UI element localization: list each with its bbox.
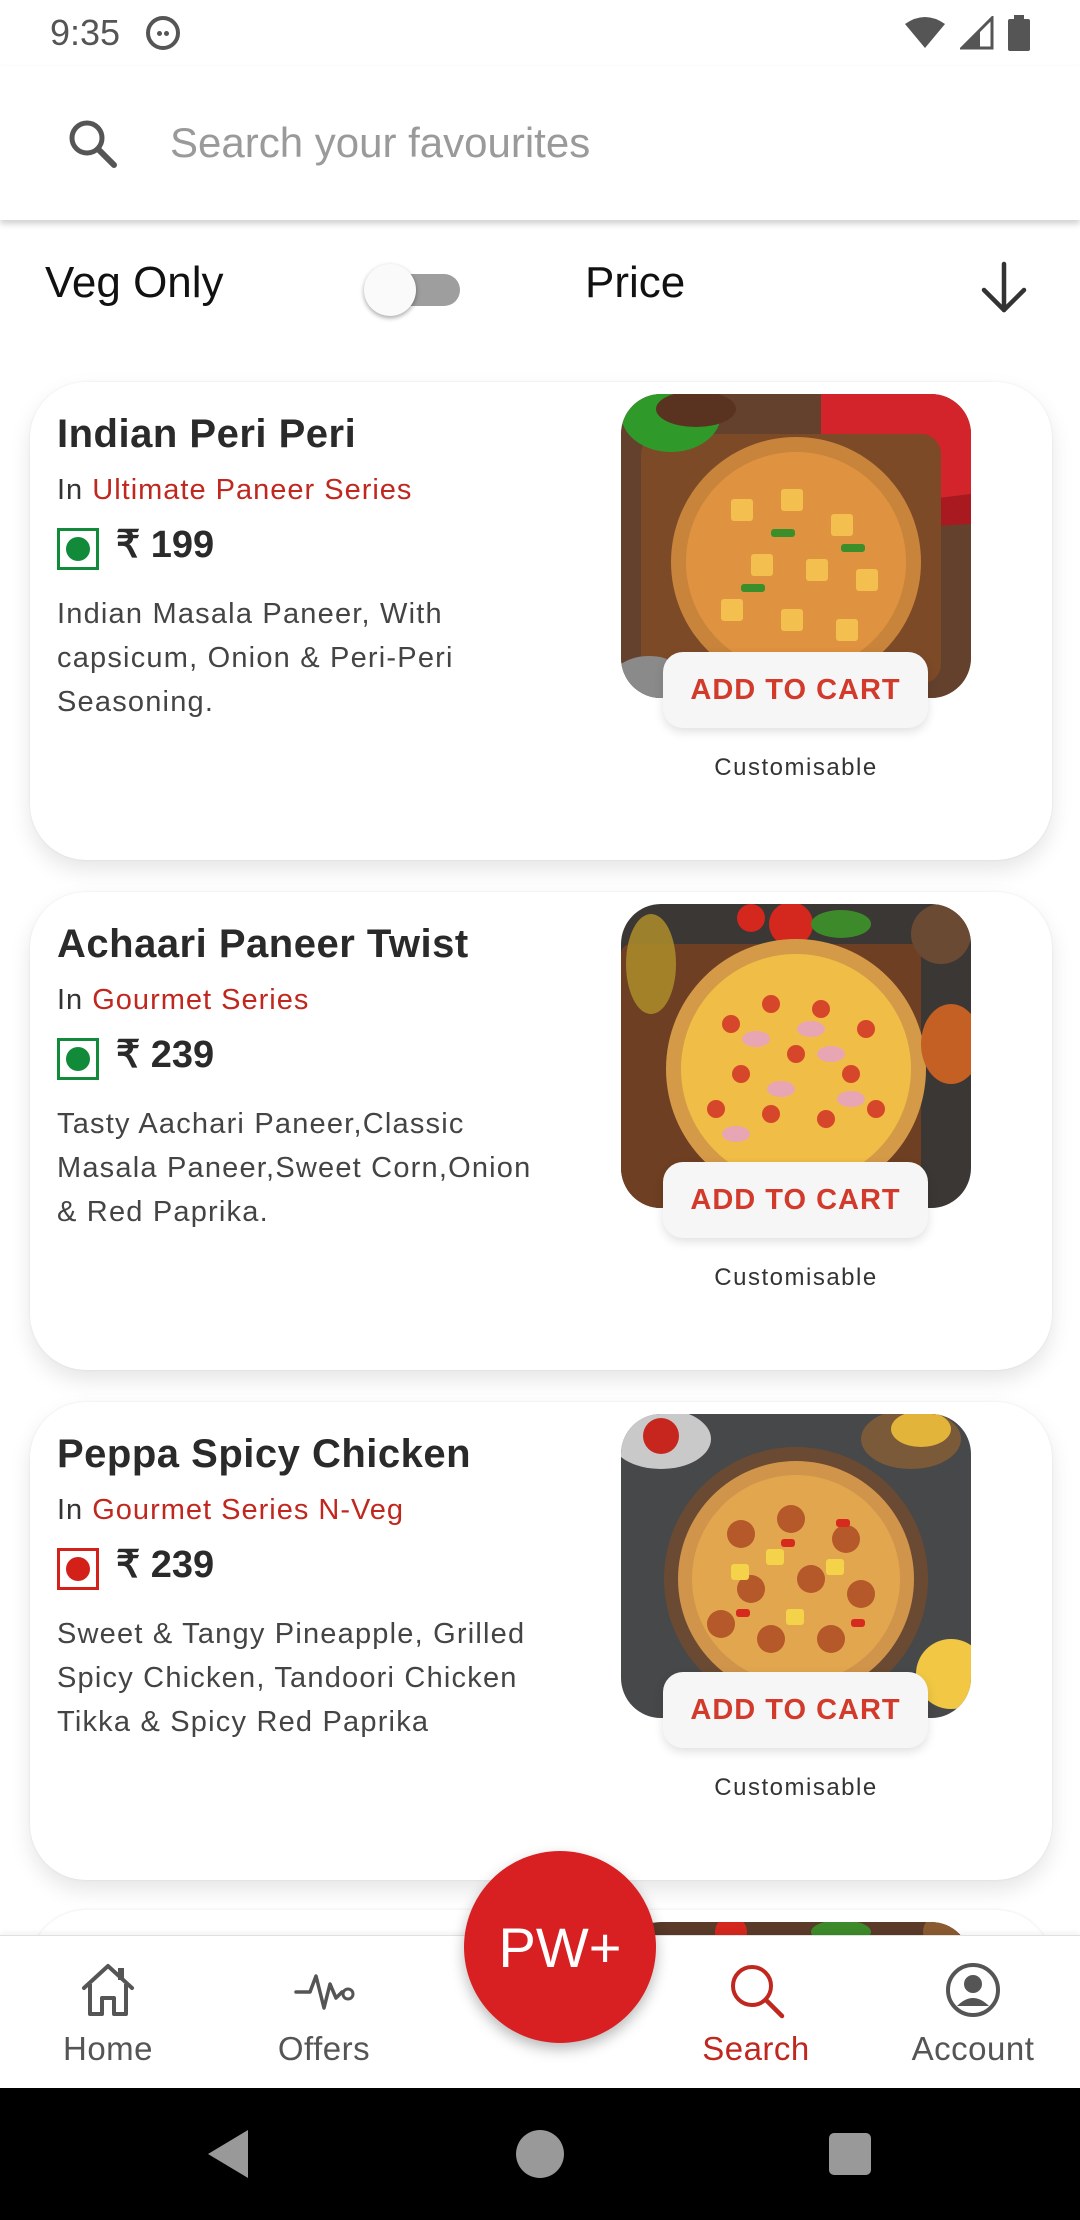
search-icon <box>731 1965 785 2019</box>
add-to-cart-button[interactable]: ADD TO CART <box>663 1672 928 1748</box>
product-card[interactable]: Achaari Paneer Twist In Gourmet Series ₹… <box>30 892 1052 1370</box>
product-card[interactable]: Peppa Spicy Chicken In Gourmet Series N-… <box>30 1402 1052 1880</box>
pulse-icon <box>294 1974 355 2010</box>
product-name: Indian Peri Peri <box>57 412 357 456</box>
product-description: Sweet & Tangy Pineapple, Grilled Spicy C… <box>57 1618 526 1738</box>
signal-icon <box>960 16 994 50</box>
arrow-down-icon[interactable] <box>976 260 1032 316</box>
series-name[interactable]: Ultimate Paneer Series <box>92 474 412 506</box>
filter-row: Veg Only Price <box>0 222 1080 352</box>
pw-plus-button[interactable]: PW+ <box>464 1851 656 2043</box>
system-navigation-bar <box>0 2088 1080 2220</box>
product-price: ₹ 239 <box>116 1544 215 1586</box>
product-description: Indian Masala Paneer, With capsicum, Oni… <box>57 598 454 718</box>
search-bar <box>0 66 1080 220</box>
product-price: ₹ 239 <box>116 1034 215 1076</box>
veg-indicator-icon <box>57 528 99 570</box>
product-series: In Gourmet Series <box>57 984 309 1017</box>
home-circle-icon[interactable] <box>508 2122 572 2186</box>
customisable-label: Customisable <box>714 1774 878 1801</box>
search-input[interactable] <box>170 119 970 167</box>
customisable-label: Customisable <box>714 1264 878 1291</box>
product-price: ₹ 199 <box>116 524 215 566</box>
series-name[interactable]: Gourmet Series <box>92 984 309 1016</box>
product-description: Tasty Aachari Paneer,Classic Masala Pane… <box>57 1108 532 1228</box>
series-prefix: In <box>57 984 84 1016</box>
search-icon[interactable] <box>66 117 118 169</box>
wifi-icon <box>905 17 945 48</box>
back-icon[interactable] <box>196 2122 260 2186</box>
veg-only-toggle[interactable] <box>364 264 464 316</box>
nav-search[interactable]: Search <box>666 1936 846 2089</box>
series-prefix: In <box>57 474 84 506</box>
product-card[interactable]: Indian Peri Peri In Ultimate Paneer Seri… <box>30 382 1052 860</box>
status-bar: 9:35 <box>0 0 1080 66</box>
nav-label: Offers <box>277 2030 371 2067</box>
home-icon <box>82 1964 134 2016</box>
nav-label: Search <box>702 2030 810 2067</box>
notification-face-icon <box>146 16 181 50</box>
add-to-cart-button[interactable]: ADD TO CART <box>663 1162 928 1238</box>
veg-indicator-icon <box>57 1038 99 1080</box>
battery-icon <box>1008 15 1030 51</box>
nav-home[interactable]: Home <box>18 1936 198 2089</box>
account-icon <box>946 1963 1000 2017</box>
product-name: Achaari Paneer Twist <box>57 922 469 966</box>
toggle-knob <box>364 264 416 316</box>
nav-label: Account <box>911 2030 1035 2067</box>
recents-icon[interactable] <box>818 2122 882 2186</box>
app-screen: 9:35 Veg Only Price Indian Peri Peri In <box>0 0 1080 2220</box>
nav-label: Home <box>62 2030 154 2067</box>
status-icons <box>904 15 1030 51</box>
nav-account[interactable]: Account <box>883 1936 1063 2089</box>
nonveg-indicator-icon <box>57 1548 99 1590</box>
sort-price-label[interactable]: Price <box>585 258 685 308</box>
series-name[interactable]: Gourmet Series N-Veg <box>92 1494 404 1526</box>
product-name: Peppa Spicy Chicken <box>57 1432 472 1476</box>
product-series: In Ultimate Paneer Series <box>57 474 412 507</box>
status-time: 9:35 <box>50 12 121 53</box>
add-to-cart-button[interactable]: ADD TO CART <box>663 652 928 728</box>
nav-offers[interactable]: Offers <box>234 1936 414 2089</box>
product-series: In Gourmet Series N-Veg <box>57 1494 404 1527</box>
series-prefix: In <box>57 1494 84 1526</box>
customisable-label: Customisable <box>714 754 878 781</box>
veg-only-label: Veg Only <box>45 258 224 307</box>
